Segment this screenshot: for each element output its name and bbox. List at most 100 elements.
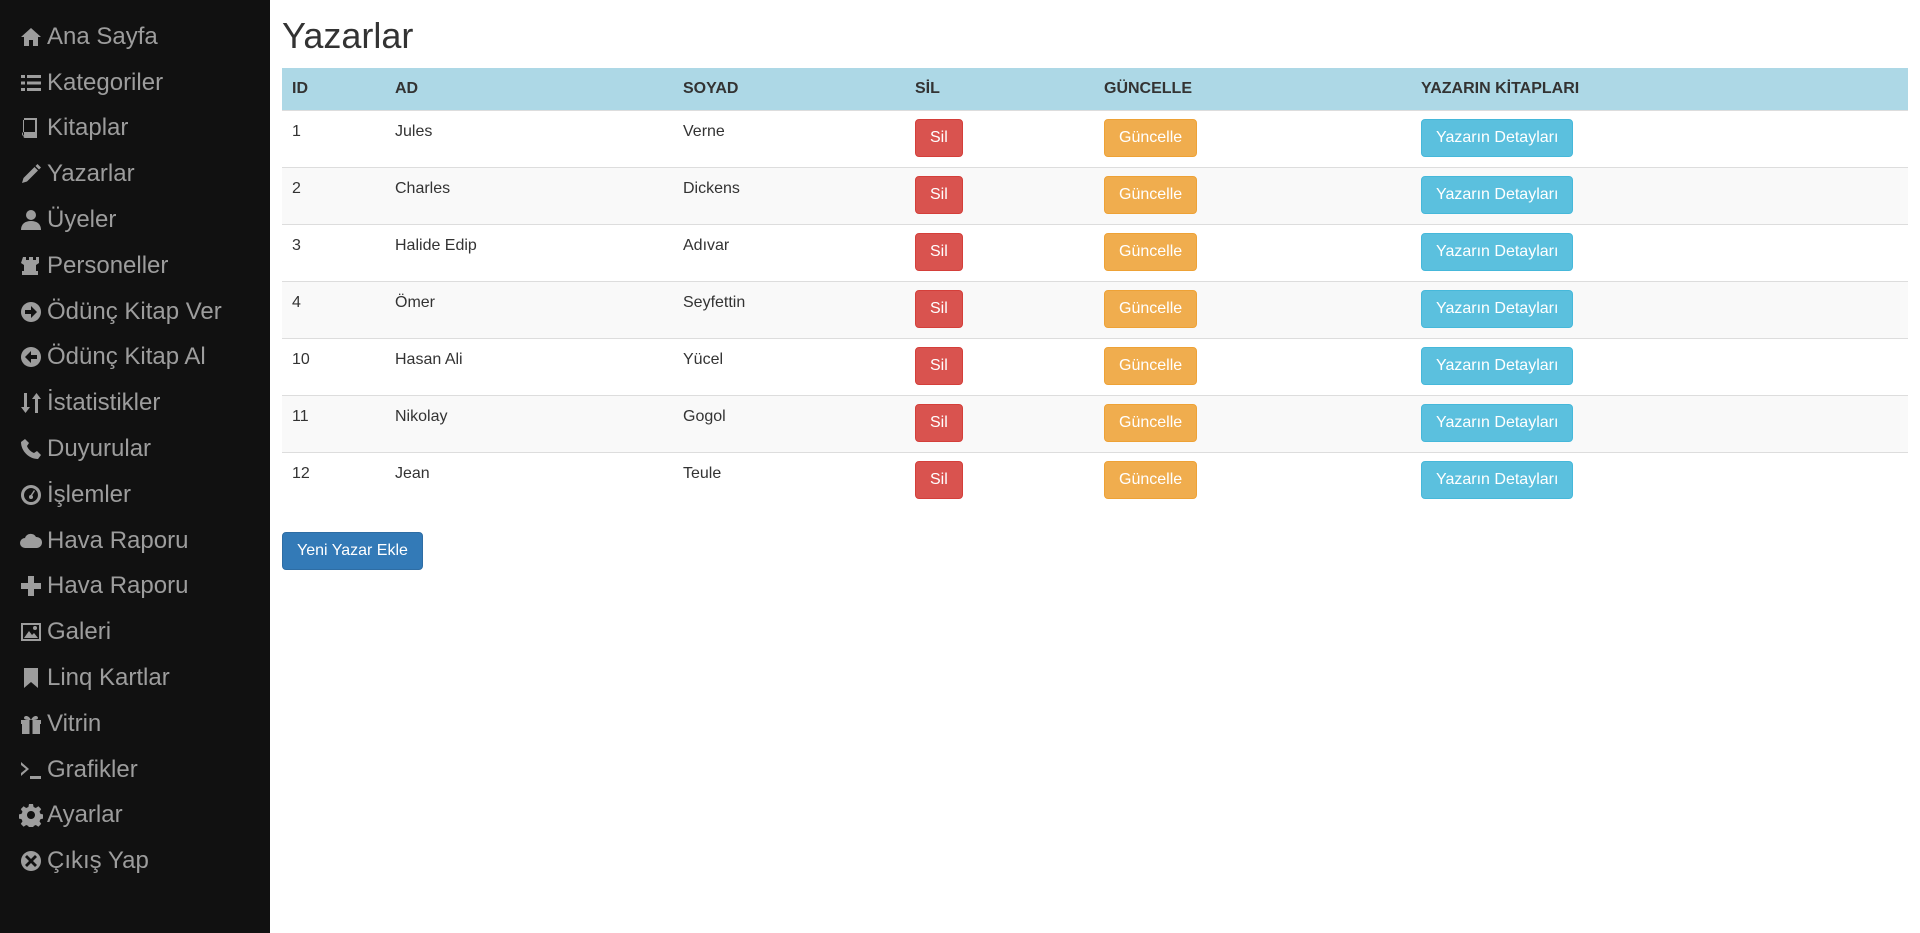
cell-ad: Halide Edip xyxy=(385,223,673,281)
cell-author-details-button: Yazarın Detayları xyxy=(1411,451,1908,509)
sidebar-item-9[interactable]: Duyurular xyxy=(0,426,270,472)
update-button[interactable]: Güncelle xyxy=(1104,403,1198,442)
update-button[interactable]: Güncelle xyxy=(1104,175,1198,214)
sidebar-item-2[interactable]: Kitaplar xyxy=(0,106,270,152)
pencil-icon xyxy=(18,161,44,187)
sidebar-item-15[interactable]: Vitrin xyxy=(0,701,270,747)
cell-soyad: Yücel xyxy=(673,337,905,395)
sidebar-item-3[interactable]: Yazarlar xyxy=(0,151,270,197)
tower-icon xyxy=(18,253,44,279)
table-row: 1 Jules Verne Sil Güncelle Yazarın Detayları xyxy=(282,109,1908,167)
sidebar-item-1[interactable]: Kategoriler xyxy=(0,60,270,106)
sidebar-item-13[interactable]: Galeri xyxy=(0,609,270,655)
delete-button[interactable]: Sil xyxy=(915,346,963,385)
sidebar-item-6[interactable]: Ödünç Kitap Ver xyxy=(0,289,270,335)
sidebar-item-label: Yazarlar xyxy=(47,160,135,188)
delete-button[interactable]: Sil xyxy=(915,118,963,157)
sidebar-item-7[interactable]: Ödünç Kitap Al xyxy=(0,335,270,381)
picture-icon xyxy=(18,619,44,645)
author-details-button[interactable]: Yazarın Detayları xyxy=(1421,175,1574,214)
cell-soyad: Seyfettin xyxy=(673,280,905,338)
cell-delete-button: Sil xyxy=(905,109,1094,167)
cell-update-button: Güncelle xyxy=(1094,451,1411,509)
sidebar-item-label: Galeri xyxy=(47,618,112,646)
author-details-button[interactable]: Yazarın Detayları xyxy=(1421,232,1574,271)
add-author-wrap: Yeni Yazar Ekle xyxy=(282,532,1920,570)
cell-soyad: Dickens xyxy=(673,166,905,224)
sidebar-item-17[interactable]: Ayarlar xyxy=(0,793,270,839)
add-author-button[interactable]: Yeni Yazar Ekle xyxy=(282,532,423,570)
update-button[interactable]: Güncelle xyxy=(1104,289,1198,328)
delete-button[interactable]: Sil xyxy=(915,232,963,271)
plus-icon xyxy=(18,573,44,599)
cell-delete-button: Sil xyxy=(905,166,1094,224)
author-details-button[interactable]: Yazarın Detayları xyxy=(1421,403,1574,442)
delete-button[interactable]: Sil xyxy=(915,175,963,214)
user-icon xyxy=(18,207,44,233)
author-details-button[interactable]: Yazarın Detayları xyxy=(1421,289,1574,328)
author-details-button[interactable]: Yazarın Detayları xyxy=(1421,118,1574,157)
update-button[interactable]: Güncelle xyxy=(1104,232,1198,271)
cell-update-button: Güncelle xyxy=(1094,166,1411,224)
bookmark-icon xyxy=(18,665,44,691)
table-body: 1 Jules Verne Sil Güncelle Yazarın Detayları 2… xyxy=(282,109,1908,509)
cell-update-button: Güncelle xyxy=(1094,280,1411,338)
sidebar-item-label: Hava Raporu xyxy=(47,526,189,554)
sidebar-item-label: Çıkış Yap xyxy=(47,847,149,875)
cell-ad: Nikolay xyxy=(385,394,673,452)
header-sil: SİL xyxy=(915,79,940,97)
table-header-row: ID AD SOYAD SİL GÜNCELLE YAZARIN KİTAPLA… xyxy=(282,68,1908,110)
sidebar-item-label: Duyurular xyxy=(47,435,152,463)
authors-table: ID AD SOYAD SİL GÜNCELLE YAZARIN KİTAPLA… xyxy=(282,68,1908,509)
sidebar-item-10[interactable]: İşlemler xyxy=(0,472,270,518)
header-id: ID xyxy=(292,79,308,97)
header-ad: AD xyxy=(395,79,419,97)
sidebar-item-label: Vitrin xyxy=(47,709,102,737)
table-row: 2 Charles Dickens Sil Güncelle Yazarın Detayl… xyxy=(282,166,1908,224)
header-kitaplar: YAZARIN KİTAPLARI xyxy=(1421,79,1580,97)
sidebar-item-11[interactable]: Hava Raporu xyxy=(0,518,270,564)
cell-author-details-button: Yazarın Detayları xyxy=(1411,280,1908,338)
author-details-button[interactable]: Yazarın Detayları xyxy=(1421,346,1574,385)
cog-icon xyxy=(18,802,44,828)
phone-icon xyxy=(18,436,44,462)
cell-delete-button: Sil xyxy=(905,337,1094,395)
delete-button[interactable]: Sil xyxy=(915,289,963,328)
sidebar-item-12[interactable]: Hava Raporu xyxy=(0,564,270,610)
cell-id: 4 xyxy=(282,280,385,338)
cell-id: 12 xyxy=(282,451,385,509)
cell-author-details-button: Yazarın Detayları xyxy=(1411,337,1908,395)
delete-button[interactable]: Sil xyxy=(915,403,963,442)
cell-soyad: Adıvar xyxy=(673,223,905,281)
cell-ad: Hasan Ali xyxy=(385,337,673,395)
cell-id: 11 xyxy=(282,394,385,452)
sidebar-item-0[interactable]: Ana Sayfa xyxy=(0,14,270,60)
table-row: 10 Hasan Ali Yücel Sil Güncelle Yazarın Detay… xyxy=(282,337,1908,395)
sidebar-item-label: Personeller xyxy=(47,251,169,279)
sidebar-item-14[interactable]: Linq Kartlar xyxy=(0,655,270,701)
circle-arrow-right-icon xyxy=(18,299,44,325)
sidebar-item-5[interactable]: Personeller xyxy=(0,243,270,289)
sidebar-item-label: Kategoriler xyxy=(47,68,164,96)
cell-soyad: Verne xyxy=(673,109,905,167)
sidebar-item-label: Üyeler xyxy=(47,206,117,234)
sidebar-item-18[interactable]: Çıkış Yap xyxy=(0,838,270,884)
sidebar-item-4[interactable]: Üyeler xyxy=(0,197,270,243)
sidebar-item-label: Linq Kartlar xyxy=(47,664,170,692)
sort-icon xyxy=(18,390,44,416)
cell-delete-button: Sil xyxy=(905,280,1094,338)
header-soyad: SOYAD xyxy=(683,79,739,97)
update-button[interactable]: Güncelle xyxy=(1104,118,1198,157)
cell-author-details-button: Yazarın Detayları xyxy=(1411,223,1908,281)
delete-button[interactable]: Sil xyxy=(915,460,963,499)
cell-delete-button: Sil xyxy=(905,451,1094,509)
update-button[interactable]: Güncelle xyxy=(1104,346,1198,385)
sidebar-item-16[interactable]: Grafikler xyxy=(0,747,270,793)
sidebar-item-8[interactable]: İstatistikler xyxy=(0,380,270,426)
update-button[interactable]: Güncelle xyxy=(1104,460,1198,499)
sidebar-item-label: Grafikler xyxy=(47,755,138,783)
gift-icon xyxy=(18,711,44,737)
app-layout: Ana Sayfa Kategoriler Kitaplar Yazarlar Üyel… xyxy=(0,0,1920,933)
author-details-button[interactable]: Yazarın Detayları xyxy=(1421,460,1574,499)
sidebar-item-label: Ödünç Kitap Ver xyxy=(47,297,222,325)
